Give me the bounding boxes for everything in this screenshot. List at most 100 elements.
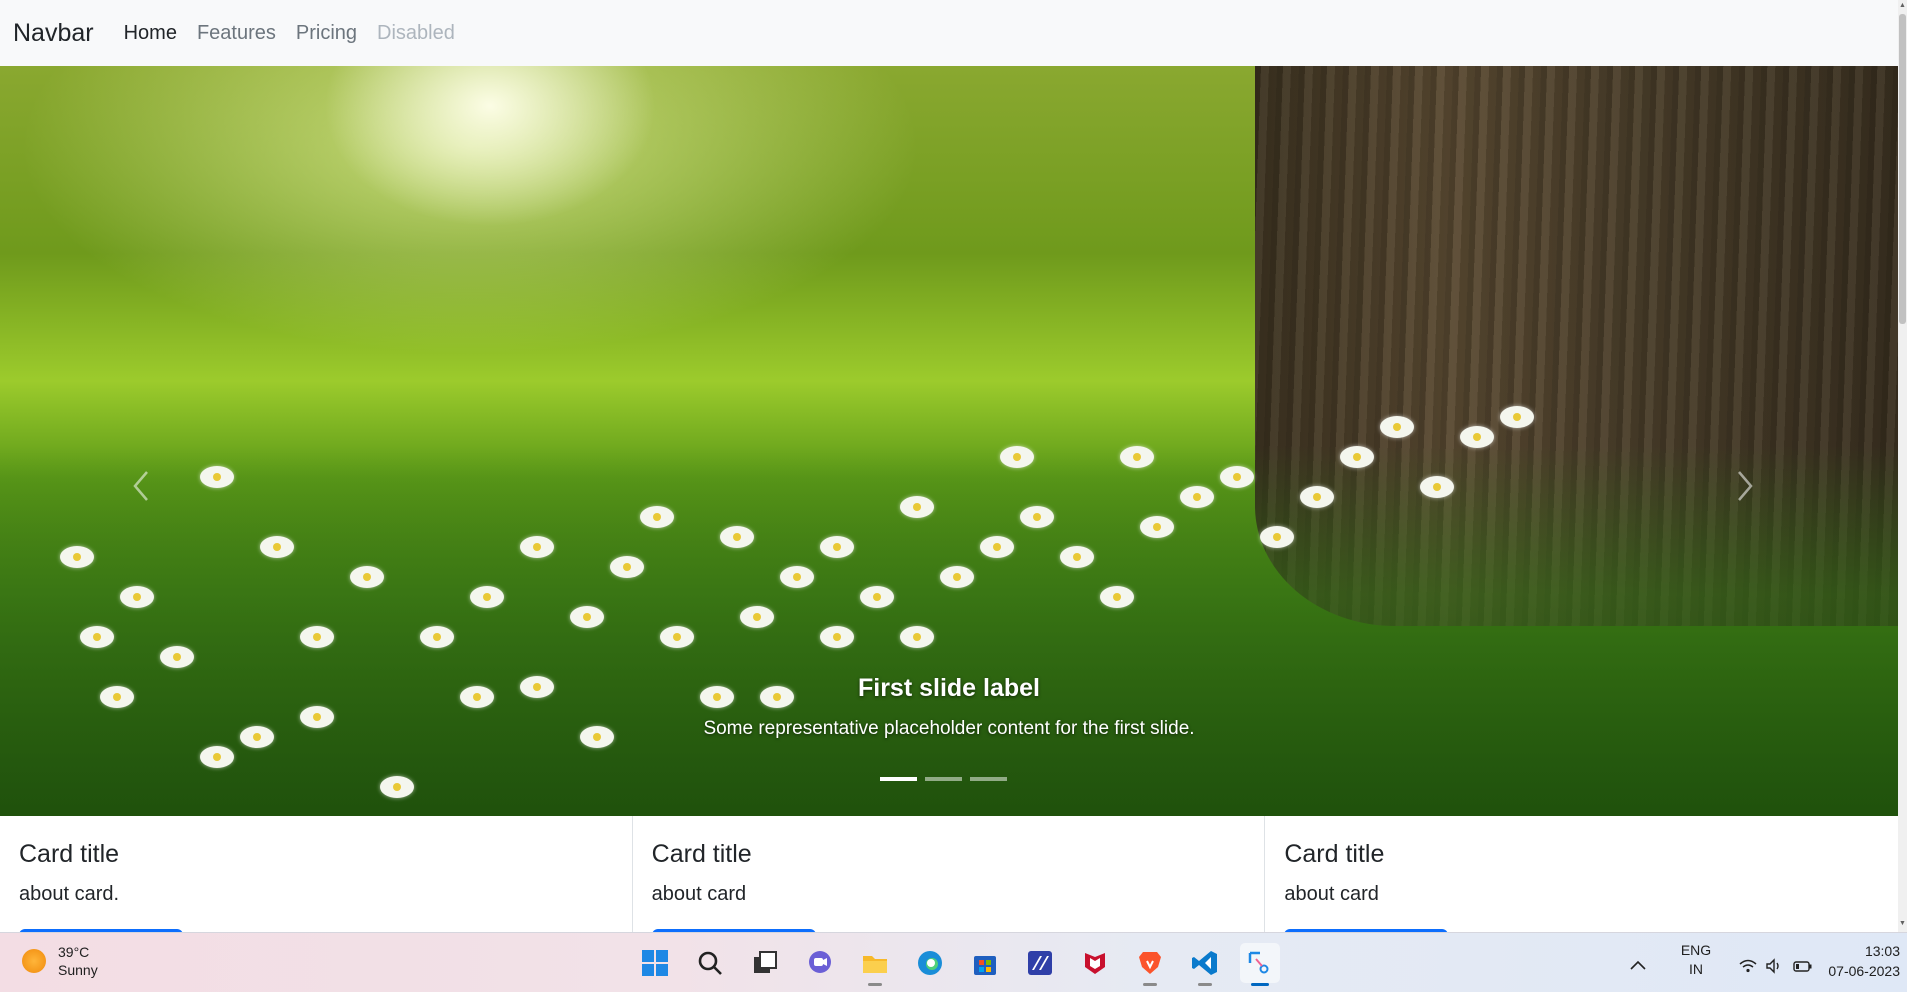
flower-shape — [1180, 486, 1214, 508]
carousel-indicator-1[interactable] — [880, 777, 917, 781]
mcafee-button[interactable] — [1075, 943, 1115, 983]
flower-shape — [1500, 406, 1534, 428]
nav-link-home[interactable]: Home — [124, 22, 177, 45]
snipping-tool-icon — [1248, 951, 1269, 974]
running-indicator — [1198, 983, 1212, 986]
taskbar: 39°C Sunny ENG IN 13:03 07-06-2023 — [0, 932, 1907, 992]
vscode-icon — [1192, 951, 1217, 975]
taskbar-clock[interactable]: 13:03 07-06-2023 — [1812, 941, 1900, 981]
volume-icon[interactable] — [1764, 956, 1784, 976]
file-explorer-button[interactable] — [855, 943, 895, 986]
flower-shape — [860, 586, 894, 608]
store-button[interactable] — [965, 943, 1005, 983]
editor-button[interactable] — [1020, 943, 1060, 983]
system-tray: ENG IN — [1628, 941, 1814, 979]
card-text: about card. — [19, 883, 120, 905]
language-code: ENG — [1680, 942, 1712, 958]
flower-shape — [820, 626, 854, 648]
running-indicator — [1143, 983, 1157, 986]
carousel-next-button[interactable] — [1726, 466, 1766, 506]
card-title: Card title — [651, 840, 752, 868]
flower-shape — [120, 586, 154, 608]
scroll-up-arrow-icon[interactable]: ▲ — [1898, 0, 1907, 12]
brave-button[interactable] — [1130, 943, 1170, 986]
snipping-tool-button[interactable] — [1240, 943, 1280, 986]
flower-shape — [640, 506, 674, 528]
flower-shape — [1420, 476, 1454, 498]
start-button[interactable] — [635, 943, 675, 983]
vscode-button[interactable] — [1185, 943, 1225, 986]
flower-shape — [1460, 426, 1494, 448]
card: Card title about card — [1265, 816, 1898, 932]
chevron-left-icon — [133, 471, 148, 501]
sun-icon — [22, 949, 46, 973]
flower-shape — [1380, 416, 1414, 438]
flower-shape — [1000, 446, 1034, 468]
flower-shape — [200, 466, 234, 488]
nav-link-features[interactable]: Features — [197, 22, 276, 45]
search-button[interactable] — [690, 943, 730, 983]
edge-icon — [918, 951, 942, 975]
running-indicator — [868, 983, 882, 986]
browser-viewport: Navbar Home Features Pricing Disabled Fi… — [0, 0, 1898, 932]
flower-shape — [520, 536, 554, 558]
flower-shape — [80, 626, 114, 648]
carousel-caption-text: Some representative placeholder content … — [703, 718, 1195, 739]
flower-shape — [1340, 446, 1374, 468]
taskbar-apps — [635, 943, 1280, 986]
flower-shape — [1100, 586, 1134, 608]
running-indicator — [1251, 983, 1269, 986]
clock-time: 13:03 — [1864, 943, 1900, 959]
card-title: Card title — [19, 840, 120, 868]
flower-shape — [300, 626, 334, 648]
flower-shape — [900, 496, 934, 518]
mcafee-icon — [1085, 953, 1105, 974]
flower-shape — [980, 536, 1014, 558]
flower-shape — [1060, 546, 1094, 568]
carousel-caption-title: First slide label — [857, 674, 1040, 702]
flower-shape — [570, 606, 604, 628]
carousel-indicator-2[interactable] — [925, 777, 962, 781]
card: Card title about card — [633, 816, 1266, 932]
search-icon — [698, 951, 722, 975]
scroll-down-arrow-icon[interactable]: ▼ — [1898, 918, 1907, 930]
editor-icon — [1028, 951, 1052, 975]
nav-link-disabled: Disabled — [377, 21, 455, 44]
chat-button[interactable] — [800, 943, 840, 983]
navbar-brand[interactable]: Navbar — [13, 19, 94, 48]
flower-shape — [900, 626, 934, 648]
flower-shape — [1300, 486, 1334, 508]
carousel-indicator-3[interactable] — [970, 777, 1007, 781]
task-view-button[interactable] — [745, 943, 785, 983]
scroll-thumb[interactable] — [1899, 14, 1906, 324]
card: Card title about card. — [0, 816, 633, 932]
edge-button[interactable] — [910, 943, 950, 983]
store-icon — [974, 956, 996, 975]
chevron-up-icon[interactable] — [1628, 956, 1648, 976]
flower-shape — [660, 626, 694, 648]
flower-shape — [160, 646, 194, 668]
carousel-prev-button[interactable] — [120, 466, 160, 506]
flower-shape — [350, 566, 384, 588]
flower-shape — [610, 556, 644, 578]
flower-shape — [60, 546, 94, 568]
flower-shape — [940, 566, 974, 588]
wifi-icon[interactable] — [1738, 956, 1758, 976]
flower-shape — [1120, 446, 1154, 468]
weather-description: Sunny — [58, 962, 98, 978]
nav-link-pricing[interactable]: Pricing — [296, 22, 357, 45]
card-group: Card title about card. Card title about … — [0, 816, 1898, 932]
language-indicator[interactable]: ENG IN — [1666, 941, 1726, 979]
clock-date: 07-06-2023 — [1828, 963, 1900, 979]
flower-shape — [380, 776, 414, 798]
card-title: Card title — [1284, 840, 1385, 868]
carousel: First slide label Some representative pl… — [0, 66, 1898, 816]
battery-icon[interactable] — [1792, 956, 1814, 976]
brave-icon — [1139, 952, 1161, 974]
start-icon — [642, 950, 668, 976]
page-scrollbar[interactable]: ▲ ▼ — [1898, 0, 1907, 932]
weather-widget[interactable]: 39°C Sunny — [22, 943, 98, 979]
carousel-indicators — [880, 777, 1007, 781]
flower-shape — [470, 586, 504, 608]
flower-shape — [780, 566, 814, 588]
